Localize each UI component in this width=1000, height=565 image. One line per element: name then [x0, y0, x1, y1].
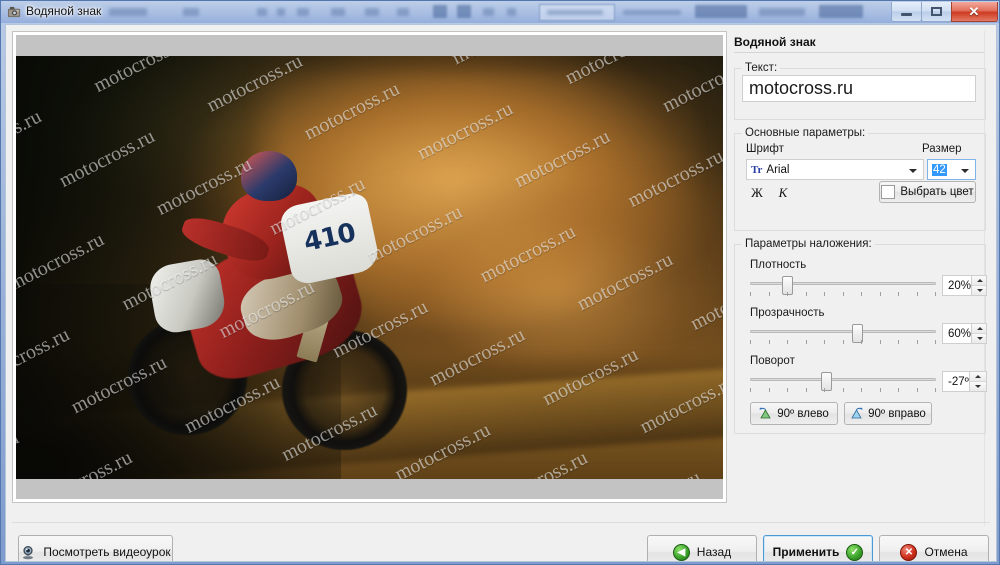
choose-color-button[interactable]: Выбрать цвет	[879, 181, 976, 203]
density-label: Плотность	[750, 259, 807, 271]
image-preview-pane[interactable]: 410 motocross.ru motocross.ru motocross.…	[12, 31, 727, 503]
rotate-left-icon	[759, 407, 771, 419]
client-area: 410 motocross.ru motocross.ru motocross.…	[5, 24, 997, 562]
font-select[interactable]: Tr Arial	[746, 159, 924, 180]
back-arrow-icon: ◀	[672, 543, 690, 561]
stepper-up-icon[interactable]	[972, 324, 986, 333]
window-title: Водяной знак	[26, 4, 102, 18]
density-value: 20%	[948, 279, 972, 292]
stepper-down-icon[interactable]	[972, 333, 986, 343]
maximize-button[interactable]	[921, 2, 952, 22]
density-slider[interactable]	[750, 275, 936, 297]
chevron-down-icon	[909, 169, 917, 173]
size-label: Размер	[922, 143, 962, 155]
rotation-label: Поворот	[750, 355, 795, 367]
back-button[interactable]: ◀ Назад	[647, 535, 757, 561]
back-label: Назад	[696, 545, 732, 559]
font-size-select[interactable]: 42	[927, 159, 976, 180]
rotate-left-label: 90º влево	[777, 407, 829, 420]
close-icon: ✕	[968, 4, 980, 19]
density-stepper[interactable]	[971, 276, 986, 295]
check-icon: ✓	[846, 543, 864, 561]
slider-track	[750, 282, 936, 285]
footer-divider	[12, 522, 990, 523]
minimize-icon	[901, 13, 912, 16]
title-bar[interactable]: Водяной знак ✕	[1, 1, 999, 23]
rotation-stepper[interactable]	[968, 372, 986, 391]
rotate-right-icon	[851, 407, 863, 419]
font-value: Arial	[766, 163, 790, 176]
application-window: Водяной знак ✕ 410 motocross.ru motocros…	[0, 0, 1000, 565]
stepper-down-icon[interactable]	[969, 381, 986, 391]
slider-ticks	[750, 340, 936, 345]
chevron-down-icon	[961, 169, 969, 173]
overlay-params-title: Параметры наложения:	[742, 238, 875, 250]
slider-ticks	[750, 388, 936, 393]
opacity-label: Прозрачность	[750, 307, 825, 319]
font-label: Шрифт	[746, 143, 784, 155]
motocross-rider: 410	[122, 151, 419, 451]
video-lesson-button[interactable]: Посмотреть видеоурок	[18, 535, 173, 561]
rotation-slider[interactable]	[750, 371, 936, 393]
cancel-label: Отмена	[924, 545, 968, 559]
preview-photo: 410 motocross.ru motocross.ru motocross.…	[16, 56, 723, 479]
panel-title: Водяной знак	[734, 31, 984, 53]
opacity-value: 60%	[948, 327, 972, 340]
stepper-up-icon[interactable]	[972, 276, 986, 285]
rotate-right-label: 90º вправо	[868, 407, 926, 420]
webcam-icon	[23, 545, 34, 559]
density-spinner[interactable]: 20%	[942, 275, 987, 296]
close-button[interactable]: ✕	[951, 2, 998, 22]
text-group-title: Текст:	[742, 62, 781, 74]
close-x-icon: ✕	[900, 543, 918, 561]
italic-toggle[interactable]: К	[772, 183, 794, 203]
settings-panel: Водяной знак Текст: motocross.ru Основны…	[734, 31, 992, 526]
rotation-value: -27º	[948, 375, 969, 388]
preview-canvas: 410 motocross.ru motocross.ru motocross.…	[16, 35, 723, 499]
apply-label: Применить	[772, 545, 840, 559]
color-swatch	[881, 185, 896, 199]
truetype-icon: Tr	[751, 163, 763, 176]
slider-track	[750, 330, 936, 333]
rotation-spinner[interactable]: -27º	[942, 371, 987, 392]
cancel-button[interactable]: ✕ Отмена	[879, 535, 989, 561]
slider-ticks	[750, 292, 936, 297]
apply-button[interactable]: Применить ✓	[763, 535, 873, 561]
video-lesson-label: Посмотреть видеоурок	[43, 545, 171, 559]
opacity-spinner[interactable]: 60%	[942, 323, 987, 344]
maximize-icon	[931, 7, 942, 16]
opacity-stepper[interactable]	[971, 324, 986, 343]
opacity-slider[interactable]	[750, 323, 936, 345]
bold-toggle[interactable]: Ж	[746, 183, 768, 203]
window-controls: ✕	[891, 2, 998, 22]
app-camera-icon	[7, 6, 21, 18]
choose-color-label: Выбрать цвет	[900, 186, 974, 198]
rotate-right-button[interactable]: 90º вправо	[844, 402, 932, 425]
rider-helmet	[240, 151, 298, 202]
stepper-down-icon[interactable]	[972, 285, 986, 295]
rotate-left-button[interactable]: 90º влево	[750, 402, 838, 425]
main-params-title: Основные параметры:	[742, 127, 869, 139]
slider-track	[750, 378, 936, 381]
font-size-value: 42	[932, 163, 947, 176]
minimize-button[interactable]	[891, 2, 922, 22]
watermark-text-input[interactable]: motocross.ru	[742, 75, 976, 102]
stepper-up-icon[interactable]	[969, 372, 986, 381]
